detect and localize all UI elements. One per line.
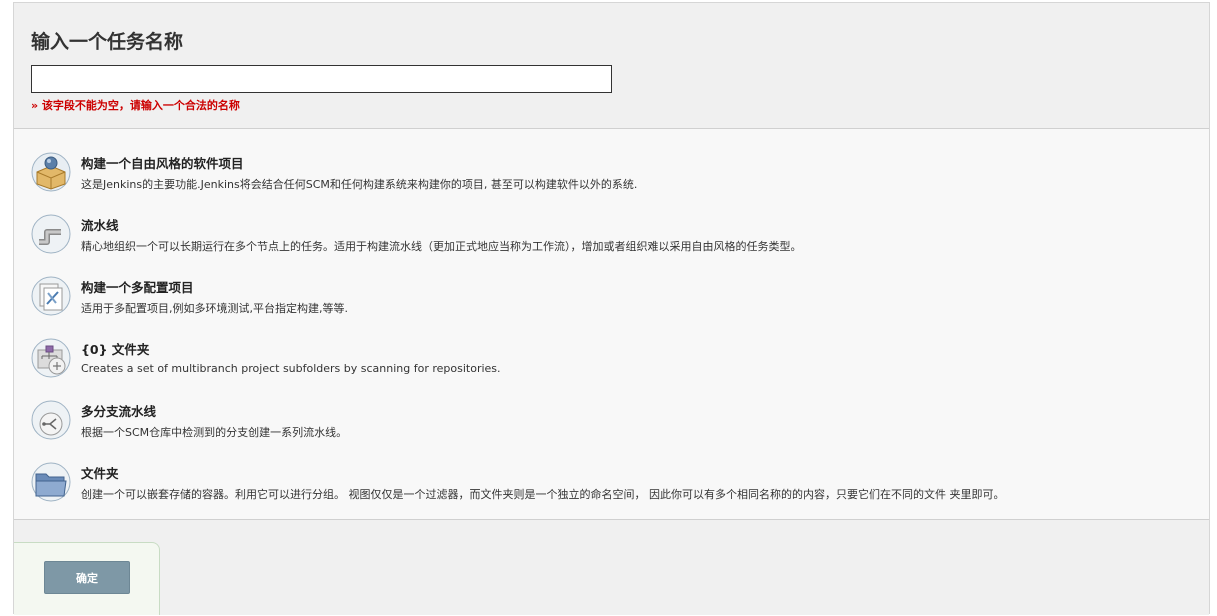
item-title: 文件夹 — [81, 466, 119, 481]
item-title: 多分支流水线 — [81, 404, 157, 419]
item-description: 创建一个可以嵌套存储的容器。利用它可以进行分组。 视图仅仅是一个过滤器，而文件夹… — [81, 488, 1005, 501]
item-description: 这是Jenkins的主要功能.Jenkins将会结合任何SCM和任何构建系统来构… — [81, 178, 638, 191]
item-description: Creates a set of multibranch project sub… — [81, 362, 501, 375]
item-description: 适用于多配置项目,例如多环境测试,平台指定构建,等等. — [81, 302, 348, 315]
item-type-folder[interactable]: 文件夹 创建一个可以嵌套存储的容器。利用它可以进行分组。 视图仅仅是一个过滤器，… — [31, 459, 1181, 511]
freestyle-project-icon — [31, 152, 71, 192]
pipeline-icon — [31, 214, 71, 254]
new-item-page: 输入一个任务名称 » 该字段不能为空，请输入一个合法的名称 构建一个自由风格的软… — [13, 2, 1210, 615]
item-type-pipeline[interactable]: 流水线 精心地组织一个可以长期运行在多个节点上的任务。适用于构建流水线（更加正式… — [31, 211, 1181, 263]
item-title: 构建一个多配置项目 — [81, 280, 194, 295]
folder-icon — [31, 462, 71, 502]
multi-config-project-icon — [31, 276, 71, 316]
item-title: {0} 文件夹 — [81, 342, 150, 357]
organization-folder-icon — [31, 338, 71, 378]
item-name-section: 输入一个任务名称 » 该字段不能为空，请输入一个合法的名称 — [14, 3, 1209, 129]
item-type-multi-config[interactable]: 构建一个多配置项目 适用于多配置项目,例如多环境测试,平台指定构建,等等. — [31, 273, 1181, 325]
item-name-input[interactable] — [31, 65, 612, 93]
ok-button[interactable]: 确定 — [44, 561, 130, 594]
item-type-organization-folder[interactable]: {0} 文件夹 Creates a set of multibranch pro… — [31, 335, 1181, 387]
item-type-multibranch-pipeline[interactable]: 多分支流水线 根据一个SCM仓库中检测到的分支创建一系列流水线。 — [31, 397, 1181, 449]
item-title: 流水线 — [81, 218, 119, 233]
footer: 确定 — [14, 520, 1209, 615]
page-title: 输入一个任务名称 — [31, 31, 184, 53]
item-description: 精心地组织一个可以长期运行在多个节点上的任务。适用于构建流水线（更加正式地应当称… — [81, 240, 802, 253]
item-type-list: 构建一个自由风格的软件项目 这是Jenkins的主要功能.Jenkins将会结合… — [14, 129, 1209, 520]
item-title: 构建一个自由风格的软件项目 — [81, 156, 244, 171]
multibranch-pipeline-icon — [31, 400, 71, 440]
item-type-freestyle[interactable]: 构建一个自由风格的软件项目 这是Jenkins的主要功能.Jenkins将会结合… — [31, 149, 1181, 201]
item-description: 根据一个SCM仓库中检测到的分支创建一系列流水线。 — [81, 426, 348, 439]
ok-button-panel: 确定 — [14, 542, 160, 615]
validation-error: » 该字段不能为空，请输入一个合法的名称 — [31, 99, 240, 112]
